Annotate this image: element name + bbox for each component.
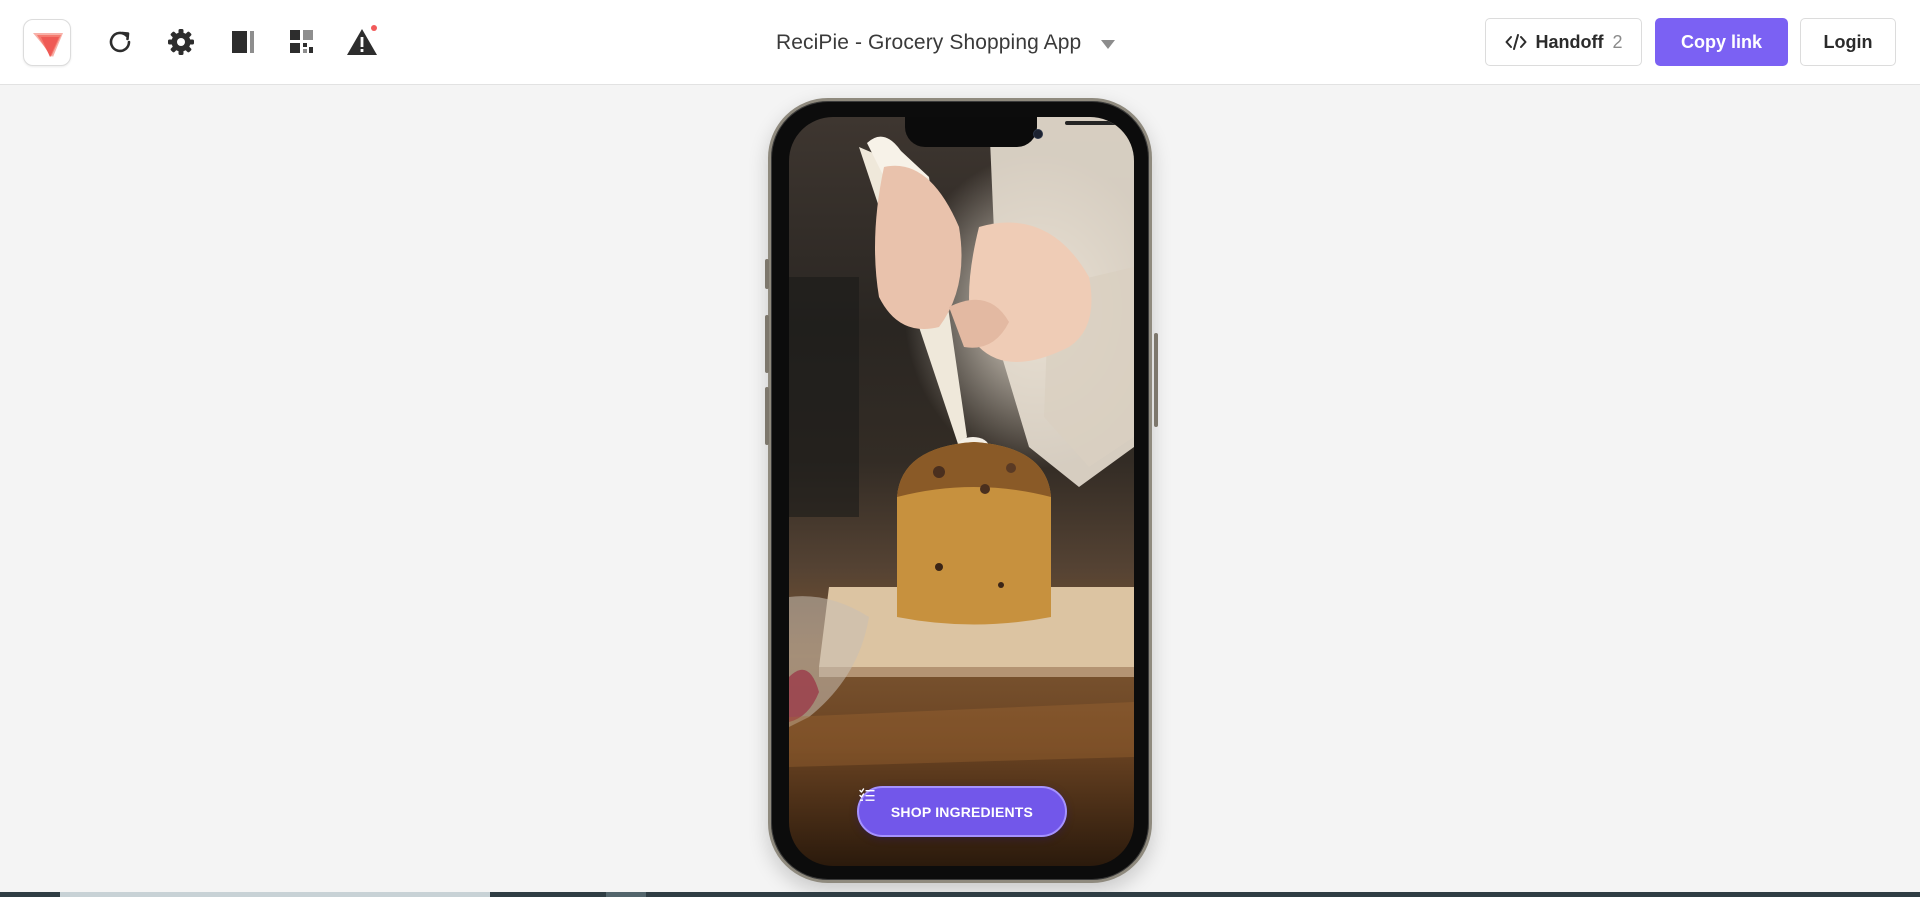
- refresh-icon[interactable]: [102, 24, 138, 60]
- taskbar-strip: [0, 892, 1920, 897]
- power-button: [1154, 333, 1158, 427]
- logo-mark: [33, 33, 63, 57]
- camera: [1033, 129, 1043, 139]
- panel-toggle-icon[interactable]: [225, 24, 261, 60]
- gear-icon[interactable]: [163, 24, 199, 60]
- shop-ingredients-button[interactable]: SHOP INGREDIENTS: [857, 786, 1067, 837]
- notification-dot: [371, 25, 377, 31]
- warning-icon[interactable]: [344, 24, 380, 60]
- speaker: [1065, 121, 1125, 125]
- handoff-count: 2: [1612, 31, 1623, 52]
- volume-up-button: [765, 315, 769, 373]
- phone-frame: SHOP INGREDIENTS: [765, 98, 1158, 883]
- top-bar: ReciPie - Grocery Shopping App Handoff 2…: [0, 0, 1920, 85]
- list-icon: [859, 788, 875, 801]
- hero-photo: [789, 117, 1134, 767]
- mute-switch: [765, 259, 769, 289]
- login-button[interactable]: Login: [1800, 18, 1896, 66]
- copy-link-button[interactable]: Copy link: [1655, 18, 1788, 66]
- qr-code-icon[interactable]: [284, 24, 320, 60]
- taskbar-segment: [60, 892, 490, 897]
- handoff-label: Handoff: [1535, 31, 1604, 52]
- shop-ingredients-label: SHOP INGREDIENTS: [890, 803, 1034, 820]
- recipie-logo-icon[interactable]: [23, 19, 71, 66]
- handoff-button[interactable]: Handoff 2: [1485, 18, 1642, 66]
- chevron-down-icon: [1101, 40, 1116, 49]
- project-title: ReciPie - Grocery Shopping App: [776, 31, 1082, 54]
- app-screen: SHOP INGREDIENTS: [789, 117, 1134, 866]
- volume-down-button: [765, 387, 769, 445]
- notch: [905, 117, 1125, 147]
- code-icon: [1505, 34, 1526, 50]
- taskbar-segment: [606, 892, 646, 897]
- project-title-dropdown[interactable]: ReciPie - Grocery Shopping App: [776, 26, 1116, 60]
